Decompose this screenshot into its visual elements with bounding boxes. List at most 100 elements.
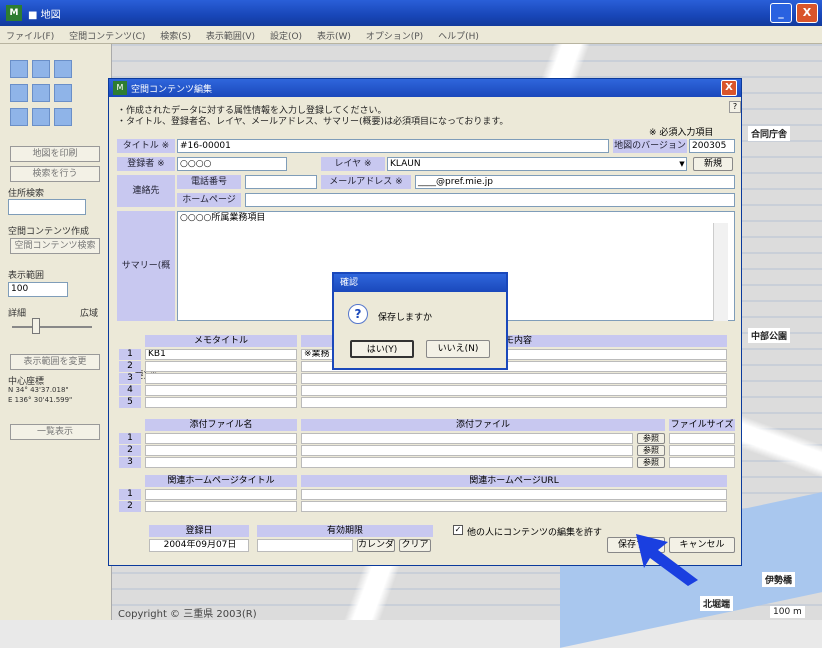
menu-bar: ファイル(F) 空間コンテンツ(C) 検索(S) 表示範囲(V) 設定(O) 表…: [0, 26, 822, 44]
attach-row-number: 1: [119, 433, 141, 444]
no-button[interactable]: いいえ(N): [426, 340, 490, 358]
expiry-input[interactable]: [257, 539, 353, 552]
link-title-cell[interactable]: [145, 501, 297, 512]
summary-scrollbar[interactable]: [713, 223, 728, 321]
measure-icon[interactable]: [10, 108, 28, 126]
content-create-label: 空間コンテンツ作成: [8, 227, 90, 237]
chevron-down-icon[interactable]: ▼: [677, 158, 687, 170]
info-icon[interactable]: [54, 108, 72, 126]
attach-name-cell[interactable]: [145, 445, 297, 456]
list-button[interactable]: 一覧表示: [10, 424, 100, 440]
menu-range[interactable]: 表示範囲(V): [200, 26, 261, 45]
map-label: 中部公園: [748, 328, 791, 343]
help-button[interactable]: ?: [729, 101, 741, 113]
title-label: タイトル ※: [117, 139, 175, 153]
calendar-button[interactable]: カレンダ: [357, 539, 395, 552]
attach-file-header: 添付ファイル: [301, 419, 665, 431]
arrow-left-icon[interactable]: [10, 84, 28, 102]
memo-row-number: 3: [119, 373, 141, 384]
longitude-value: E 136° 30'41.599": [8, 396, 73, 404]
phone-label: 電話番号: [177, 175, 241, 189]
link-title-cell[interactable]: [145, 489, 297, 500]
menu-content[interactable]: 空間コンテンツ(C): [63, 26, 151, 45]
main-titlebar: M ■ 地図 _ X: [0, 0, 822, 26]
memo-content-cell[interactable]: [301, 385, 727, 396]
memo-title-cell[interactable]: [145, 361, 297, 372]
home-icon[interactable]: [32, 84, 50, 102]
menu-help[interactable]: ヘルプ(H): [432, 26, 485, 45]
menu-option[interactable]: オプション(P): [360, 26, 429, 45]
display-range-label: 表示範囲: [8, 271, 45, 281]
dialog-title: 空間コンテンツ編集: [131, 85, 213, 95]
scale-slider-handle[interactable]: [32, 318, 40, 334]
zoom-in-icon[interactable]: [10, 60, 28, 78]
close-button[interactable]: X: [796, 3, 818, 23]
layer-label: レイヤ ※: [321, 157, 385, 171]
attach-name-cell[interactable]: [145, 457, 297, 468]
attach-file-cell[interactable]: [301, 445, 633, 456]
search-button[interactable]: 検索を行う: [10, 166, 100, 182]
title-input[interactable]: #16-00001: [177, 139, 609, 153]
attach-size-cell: [669, 457, 735, 468]
reg-date-label: 登録日: [149, 525, 249, 537]
content-search-button[interactable]: 空間コンテンツ検索: [10, 238, 100, 254]
phone-input[interactable]: [245, 175, 317, 189]
confirm-title: 確認: [334, 274, 506, 292]
app-icon: M: [6, 5, 22, 21]
memo-title-cell[interactable]: [145, 397, 297, 408]
link-url-cell[interactable]: [301, 489, 727, 500]
dialog-close-button[interactable]: X: [721, 80, 737, 96]
yes-button[interactable]: はい(Y): [350, 340, 414, 358]
question-icon: ?: [348, 304, 368, 324]
expiry-label: 有効期限: [257, 525, 433, 537]
allow-edit-checkbox[interactable]: ✓: [453, 525, 463, 535]
email-input[interactable]: ____@pref.mie.jp: [415, 175, 735, 189]
email-label: メールアドレス ※: [321, 175, 411, 189]
browse-button[interactable]: 参照: [637, 445, 665, 456]
attach-size-header: ファイルサイズ: [669, 419, 735, 431]
memo-content-cell[interactable]: [301, 373, 727, 384]
map-version-label: 地図のバージョン: [613, 139, 687, 153]
scale-right-label: 広域: [80, 309, 99, 319]
memo-content-cell[interactable]: [301, 397, 727, 408]
clear-button[interactable]: クリア: [399, 539, 431, 552]
print-map-button[interactable]: 地図を印刷: [10, 146, 100, 162]
minimize-button[interactable]: _: [770, 3, 792, 23]
attach-file-cell[interactable]: [301, 433, 633, 444]
link-url-cell[interactable]: [301, 501, 727, 512]
attach-file-cell[interactable]: [301, 457, 633, 468]
left-panel: 地図を印刷 検索を行う 住所検索 空間コンテンツ作成 空間コンテンツ検索 表示範…: [0, 44, 112, 620]
address-search-input[interactable]: [8, 199, 86, 215]
attach-name-header: 添付ファイル名: [145, 419, 297, 431]
menu-settings[interactable]: 設定(O): [264, 26, 308, 45]
layer-select[interactable]: KLAUN: [387, 157, 687, 171]
homepage-input[interactable]: [245, 193, 735, 207]
browse-button[interactable]: 参照: [637, 433, 665, 444]
pan-icon[interactable]: [54, 60, 72, 78]
menu-file[interactable]: ファイル(F): [0, 26, 60, 45]
scale-left-label: 詳細: [8, 309, 27, 319]
change-range-button[interactable]: 表示範囲を変更: [10, 354, 100, 370]
menu-search[interactable]: 検索(S): [154, 26, 197, 45]
memo-title-cell[interactable]: [145, 385, 297, 396]
link-url-header: 関連ホームページURL: [301, 475, 727, 487]
memo-title-cell[interactable]: KB1: [145, 349, 297, 360]
memo-row-number: 4: [119, 385, 141, 396]
memo-row-number: 1: [119, 349, 141, 360]
scale-select[interactable]: 100: [8, 282, 68, 297]
zoom-out-icon[interactable]: [32, 60, 50, 78]
main-window-title: ■ 地図: [28, 10, 61, 21]
map-label: 北堀端: [700, 596, 734, 611]
registrant-label: 登録者 ※: [117, 157, 175, 171]
address-search-label: 住所検索: [8, 189, 45, 199]
attach-name-cell[interactable]: [145, 433, 297, 444]
arrow-right-icon[interactable]: [54, 84, 72, 102]
menu-view[interactable]: 表示(W): [311, 26, 357, 45]
browse-button[interactable]: 参照: [637, 457, 665, 468]
new-layer-button[interactable]: 新規: [693, 157, 733, 171]
link-row-number: 1: [119, 489, 141, 500]
dialog-app-icon: M: [113, 81, 127, 95]
select-icon[interactable]: [32, 108, 50, 126]
registrant-input[interactable]: ○○○○: [177, 157, 287, 171]
memo-title-cell[interactable]: [145, 373, 297, 384]
